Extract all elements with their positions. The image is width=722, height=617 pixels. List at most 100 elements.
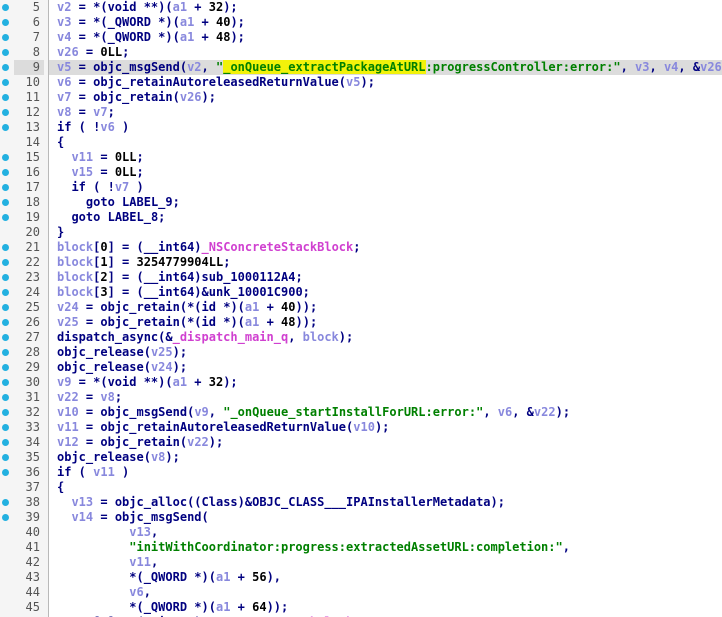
code-line-source[interactable]: block[2] = (__int64)sub_1000112A4; — [49, 270, 722, 285]
code-line[interactable]: 5 v2 = *(void **)(a1 + 32); — [0, 0, 722, 15]
breakpoint-gutter-cell[interactable] — [0, 420, 14, 435]
breakpoint-gutter-cell[interactable] — [0, 555, 14, 570]
code-line-source[interactable]: objc_release(v8); — [49, 450, 722, 465]
code-line-source[interactable]: v7 = objc_retain(v26); — [49, 90, 722, 105]
breakpoint-gutter-cell[interactable] — [0, 270, 14, 285]
code-line-source[interactable]: goto LABEL_8; — [49, 210, 722, 225]
breakpoint-gutter-cell[interactable] — [0, 510, 14, 525]
breakpoint-dot-icon[interactable] — [2, 49, 9, 56]
code-line-source[interactable]: v13 = objc_alloc((Class)&OBJC_CLASS___IP… — [49, 495, 722, 510]
breakpoint-gutter-cell[interactable] — [0, 525, 14, 540]
breakpoint-dot-icon[interactable] — [2, 169, 9, 176]
code-line[interactable]: 6 v3 = *(_QWORD *)(a1 + 40); — [0, 15, 722, 30]
code-line-source[interactable]: v2 = *(void **)(a1 + 32); — [49, 0, 722, 15]
code-line[interactable]: 18 goto LABEL_9; — [0, 195, 722, 210]
code-line-source[interactable]: block[1] = 3254779904LL; — [49, 255, 722, 270]
breakpoint-gutter-cell[interactable] — [0, 585, 14, 600]
code-line[interactable]: 42 v11, — [0, 555, 722, 570]
breakpoint-gutter-cell[interactable] — [0, 90, 14, 105]
breakpoint-dot-icon[interactable] — [2, 364, 9, 371]
code-line[interactable]: 25 v24 = objc_retain(*(id *)(a1 + 40)); — [0, 300, 722, 315]
code-line[interactable]: 27 dispatch_async(&_dispatch_main_q, bloc… — [0, 330, 722, 345]
code-line-source[interactable]: objc_release(v25); — [49, 345, 722, 360]
breakpoint-gutter-cell[interactable] — [0, 60, 14, 75]
code-line-source[interactable]: v4 = *(_QWORD *)(a1 + 48); — [49, 30, 722, 45]
code-line[interactable]: 14 { — [0, 135, 722, 150]
code-line-source[interactable]: v9 = *(void **)(a1 + 32); — [49, 375, 722, 390]
code-line[interactable]: 9 v5 = objc_msgSend(v2, "_onQueue_extract… — [0, 60, 722, 75]
breakpoint-dot-icon[interactable] — [2, 394, 9, 401]
breakpoint-dot-icon[interactable] — [2, 79, 9, 86]
breakpoint-dot-icon[interactable] — [2, 124, 9, 131]
code-line[interactable]: 43 *(_QWORD *)(a1 + 56), — [0, 570, 722, 585]
code-line-source[interactable]: { — [49, 480, 722, 495]
code-line-source[interactable]: block[3] = (__int64)&unk_10001C900; — [49, 285, 722, 300]
breakpoint-dot-icon[interactable] — [2, 499, 9, 506]
breakpoint-dot-icon[interactable] — [2, 109, 9, 116]
breakpoint-dot-icon[interactable] — [2, 334, 9, 341]
code-line-source[interactable]: v5 = objc_msgSend(v2, "_onQueue_extractP… — [49, 60, 722, 75]
breakpoint-gutter-cell[interactable] — [0, 240, 14, 255]
code-line-source[interactable]: v14 = objc_msgSend( — [49, 510, 722, 525]
breakpoint-gutter-cell[interactable] — [0, 210, 14, 225]
code-line-source[interactable]: v15 = 0LL; — [49, 165, 722, 180]
breakpoint-gutter-cell[interactable] — [0, 450, 14, 465]
breakpoint-dot-icon[interactable] — [2, 94, 9, 101]
code-line-source[interactable]: v6 = objc_retainAutoreleasedReturnValue(… — [49, 75, 722, 90]
breakpoint-dot-icon[interactable] — [2, 259, 9, 266]
code-line-source[interactable]: if ( !v7 ) — [49, 180, 722, 195]
code-line-source[interactable]: goto LABEL_9; — [49, 195, 722, 210]
code-line[interactable]: 16 v15 = 0LL; — [0, 165, 722, 180]
breakpoint-gutter-cell[interactable] — [0, 480, 14, 495]
code-line[interactable]: 15 v11 = 0LL; — [0, 150, 722, 165]
code-line[interactable]: 7 v4 = *(_QWORD *)(a1 + 48); — [0, 30, 722, 45]
code-line-source[interactable]: v12 = objc_retain(v22); — [49, 435, 722, 450]
code-line[interactable]: 19 goto LABEL_8; — [0, 210, 722, 225]
code-line-source[interactable]: { — [49, 135, 722, 150]
code-line[interactable]: 11 v7 = objc_retain(v26); — [0, 90, 722, 105]
code-line-source[interactable]: objc_release(v24); — [49, 360, 722, 375]
code-line[interactable]: 22 block[1] = 3254779904LL; — [0, 255, 722, 270]
breakpoint-dot-icon[interactable] — [2, 154, 9, 161]
breakpoint-gutter-cell[interactable] — [0, 390, 14, 405]
breakpoint-gutter-cell[interactable] — [0, 75, 14, 90]
breakpoint-dot-icon[interactable] — [2, 304, 9, 311]
breakpoint-gutter-cell[interactable] — [0, 285, 14, 300]
breakpoint-dot-icon[interactable] — [2, 34, 9, 41]
breakpoint-dot-icon[interactable] — [2, 409, 9, 416]
breakpoint-dot-icon[interactable] — [2, 439, 9, 446]
code-line-source[interactable]: v6, — [49, 585, 722, 600]
code-line-source[interactable]: v11 = 0LL; — [49, 150, 722, 165]
code-line[interactable]: 17 if ( !v7 ) — [0, 180, 722, 195]
breakpoint-gutter-cell[interactable] — [0, 465, 14, 480]
breakpoint-gutter-cell[interactable] — [0, 600, 14, 615]
breakpoint-gutter-cell[interactable] — [0, 195, 14, 210]
code-line[interactable]: 38 v13 = objc_alloc((Class)&OBJC_CLASS__… — [0, 495, 722, 510]
code-line[interactable]: 34 v12 = objc_retain(v22); — [0, 435, 722, 450]
breakpoint-gutter-cell[interactable] — [0, 315, 14, 330]
breakpoint-gutter-cell[interactable] — [0, 330, 14, 345]
breakpoint-gutter-cell[interactable] — [0, 165, 14, 180]
code-line-source[interactable]: dispatch_async(&_dispatch_main_q, block)… — [49, 330, 722, 345]
breakpoint-dot-icon[interactable] — [2, 184, 9, 191]
code-line[interactable]: 8 v26 = 0LL; — [0, 45, 722, 60]
breakpoint-gutter-cell[interactable] — [0, 225, 14, 240]
code-line-source[interactable]: if ( v11 ) — [49, 465, 722, 480]
code-line[interactable]: 37 { — [0, 480, 722, 495]
code-line[interactable]: 44 v6, — [0, 585, 722, 600]
code-line[interactable]: 23 block[2] = (__int64)sub_1000112A4; — [0, 270, 722, 285]
code-line-source[interactable]: v8 = v7; — [49, 105, 722, 120]
code-line-source[interactable]: v3 = *(_QWORD *)(a1 + 40); — [49, 15, 722, 30]
code-line[interactable]: 39 v14 = objc_msgSend( — [0, 510, 722, 525]
breakpoint-gutter-cell[interactable] — [0, 255, 14, 270]
breakpoint-dot-icon[interactable] — [2, 424, 9, 431]
code-line[interactable]: 36 if ( v11 ) — [0, 465, 722, 480]
code-line-source[interactable]: *(_QWORD *)(a1 + 64)); — [49, 600, 722, 615]
breakpoint-dot-icon[interactable] — [2, 379, 9, 386]
code-line[interactable]: 12 v8 = v7; — [0, 105, 722, 120]
code-line-source[interactable]: v22 = v8; — [49, 390, 722, 405]
code-line[interactable]: 13 if ( !v6 ) — [0, 120, 722, 135]
breakpoint-dot-icon[interactable] — [2, 289, 9, 296]
code-line[interactable]: 24 block[3] = (__int64)&unk_10001C900; — [0, 285, 722, 300]
code-line[interactable]: 20} — [0, 225, 722, 240]
